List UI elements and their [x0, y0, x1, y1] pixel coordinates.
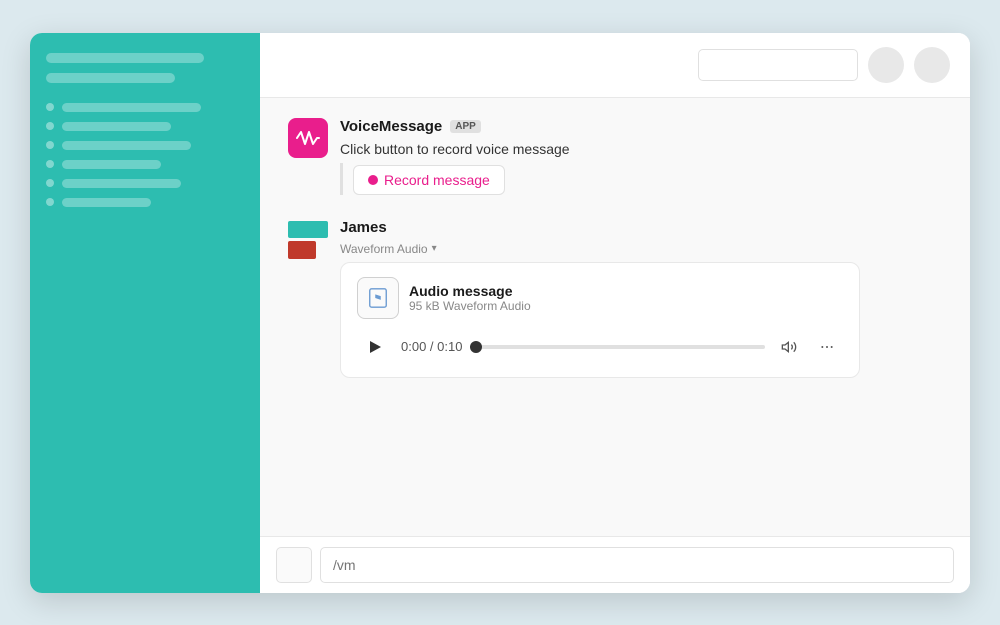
- input-bar: [260, 536, 970, 593]
- sidebar-items: [46, 103, 244, 207]
- sidebar-item-label: [62, 198, 151, 207]
- app-window: VoiceMessage APP Click button to record …: [30, 33, 970, 593]
- waveform-audio-label: Waveform Audio: [340, 242, 428, 256]
- sidebar-dot: [46, 198, 54, 206]
- sidebar-item-label: [62, 122, 171, 131]
- sidebar: [30, 33, 260, 593]
- audio-progress-bar[interactable]: [472, 345, 765, 349]
- record-dot-icon: [368, 175, 378, 185]
- list-item[interactable]: [46, 103, 244, 112]
- sidebar-dot: [46, 122, 54, 130]
- more-options-button[interactable]: [813, 333, 841, 361]
- list-item[interactable]: [46, 179, 244, 188]
- sidebar-item-label: [62, 160, 161, 169]
- james-content: James Waveform Audio ▾: [340, 219, 860, 378]
- play-button[interactable]: [359, 331, 391, 363]
- audio-file-row: Audio message 95 kB Waveform Audio: [357, 277, 843, 319]
- voicemessage-header: VoiceMessage APP: [340, 118, 570, 135]
- search-input[interactable]: [698, 49, 858, 81]
- voicemessage-name: VoiceMessage: [340, 118, 442, 135]
- avatar-voicemessage: [288, 118, 328, 158]
- james-subtext: Waveform Audio ▾: [340, 242, 860, 256]
- list-item[interactable]: [46, 122, 244, 131]
- topbar: [260, 33, 970, 98]
- sidebar-dot: [46, 141, 54, 149]
- audio-controls: 0:00 / 0:10: [357, 331, 843, 363]
- volume-button[interactable]: [775, 333, 803, 361]
- sidebar-bar-2: [46, 73, 175, 83]
- chat-area: VoiceMessage APP Click button to record …: [260, 98, 970, 536]
- voicemessage-block: VoiceMessage APP Click button to record …: [288, 118, 942, 195]
- topbar-button-1[interactable]: [868, 47, 904, 83]
- voicemessage-description: Click button to record voice message: [340, 141, 570, 157]
- sidebar-bar-1: [46, 53, 204, 63]
- james-avatar-bottom: [288, 241, 316, 259]
- voicemessage-content: VoiceMessage APP Click button to record …: [340, 118, 570, 195]
- chevron-down-icon: ▾: [432, 243, 437, 254]
- james-header: James: [340, 219, 860, 236]
- message-input[interactable]: [320, 547, 954, 583]
- audio-file-info: Audio message 95 kB Waveform Audio: [409, 283, 531, 313]
- app-badge: APP: [450, 120, 481, 133]
- audio-file-name: Audio message: [409, 283, 531, 299]
- sidebar-dot: [46, 179, 54, 187]
- sidebar-dot: [46, 103, 54, 111]
- topbar-button-2[interactable]: [914, 47, 950, 83]
- progress-knob[interactable]: [470, 341, 482, 353]
- sidebar-item-label: [62, 179, 181, 188]
- input-prefix-box: [276, 547, 312, 583]
- main-content: VoiceMessage APP Click button to record …: [260, 33, 970, 593]
- audio-time-current: 0:00 / 0:10: [401, 339, 462, 354]
- audio-file-size: 95 kB Waveform Audio: [409, 299, 531, 313]
- record-button-container: Record message: [340, 163, 570, 195]
- sidebar-item-label: [62, 141, 191, 150]
- list-item[interactable]: [46, 160, 244, 169]
- record-message-button[interactable]: Record message: [353, 165, 505, 195]
- james-avatar-top: [288, 221, 328, 239]
- avatar-james: [288, 219, 328, 259]
- record-message-label: Record message: [384, 172, 490, 188]
- list-item[interactable]: [46, 198, 244, 207]
- audio-file-icon: [357, 277, 399, 319]
- list-item[interactable]: [46, 141, 244, 150]
- james-name: James: [340, 219, 387, 236]
- audio-card: Audio message 95 kB Waveform Audio 0:00 …: [340, 262, 860, 378]
- james-block: James Waveform Audio ▾: [288, 219, 942, 378]
- sidebar-item-label: [62, 103, 201, 112]
- sidebar-dot: [46, 160, 54, 168]
